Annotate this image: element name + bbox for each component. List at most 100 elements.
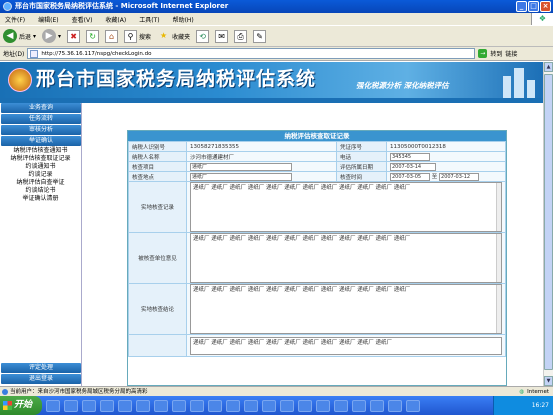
logout-button[interactable]: 退出登录 — [1, 374, 81, 384]
sidebar-btn-query[interactable]: 业务查询 — [1, 103, 81, 113]
check-time-label: 核查时间 — [336, 171, 387, 182]
taskbar-app[interactable] — [100, 399, 114, 412]
extra-textarea[interactable]: 递纸厂 递纸厂 递纸厂 递纸厂 递纸厂 递纸厂 递纸厂 递纸厂 递纸厂 递纸厂 … — [190, 337, 502, 355]
taskbar: 开始 16:27 — [0, 396, 553, 415]
stop-icon[interactable]: ✖ — [67, 29, 81, 43]
clock[interactable]: 16:27 — [532, 402, 549, 409]
sidebar-btn-task-flow[interactable]: 任务流转 — [1, 114, 81, 124]
taskbar-app[interactable] — [262, 399, 276, 412]
taskbar-app[interactable] — [316, 399, 330, 412]
home-icon[interactable]: ⌂ — [105, 29, 119, 43]
textarea-scrollbar[interactable] — [496, 285, 501, 333]
textarea-scrollbar[interactable] — [496, 183, 501, 231]
taskbar-app[interactable] — [244, 399, 258, 412]
scroll-up-icon[interactable]: ▲ — [544, 62, 553, 72]
taskbar-app[interactable] — [136, 399, 150, 412]
taskbar-app[interactable] — [352, 399, 366, 412]
menu-favorites[interactable]: 收藏(A) — [105, 15, 126, 24]
edit-icon[interactable]: ✎ — [253, 29, 267, 43]
windows-logo-icon: ❖ — [531, 13, 553, 25]
sidebar-btn-evidence[interactable]: 举证确认 — [1, 136, 81, 146]
page-scrollbar[interactable]: ▲ ▼ — [543, 62, 553, 386]
menu-edit[interactable]: 编辑(E) — [38, 15, 58, 24]
scroll-down-icon[interactable]: ▼ — [544, 376, 553, 386]
record-form: 纳税评估核查取证记录 纳税人识别号 13058271835355 凭证序号 11… — [127, 130, 507, 386]
menu-tools[interactable]: 工具(T) — [139, 15, 159, 24]
onsite-record-text: 递纸厂 递纸厂 递纸厂 递纸厂 递纸厂 递纸厂 递纸厂 递纸厂 递纸厂 递纸厂 … — [193, 185, 411, 191]
sidebar-item-record[interactable]: 纳税评估核查取证记录 — [0, 155, 81, 163]
taskbar-app[interactable] — [280, 399, 294, 412]
taskbar-app[interactable] — [298, 399, 312, 412]
opinion-text: 递纸厂 递纸厂 递纸厂 递纸厂 递纸厂 递纸厂 递纸厂 递纸厂 递纸厂 递纸厂 … — [193, 236, 411, 242]
history-icon[interactable]: ⟲ — [196, 29, 210, 43]
sidebar-item-notice[interactable]: 纳税评估核查通知书 — [0, 147, 81, 155]
taskbar-app[interactable] — [388, 399, 402, 412]
sidebar-btn-assess[interactable]: 评定处理 — [1, 363, 81, 373]
taskbar-app[interactable] — [406, 399, 420, 412]
close-button[interactable]: × — [540, 1, 551, 12]
search-button[interactable]: ⚲ 搜索 — [124, 29, 151, 43]
favorites-label: 收藏夹 — [172, 33, 191, 41]
sidebar-item-confirm-list[interactable]: 举证确认清册 — [0, 195, 81, 203]
back-button[interactable]: ◀ 后退 ▾ — [3, 29, 36, 43]
taskbar-app[interactable] — [190, 399, 204, 412]
tax-emblem-icon — [8, 68, 32, 92]
minimize-button[interactable]: _ — [516, 1, 527, 12]
check-time-from-input[interactable]: 2007-03-05 — [390, 172, 430, 181]
taskbar-app[interactable] — [172, 399, 186, 412]
banner: 邢台市国家税务局纳税评估系统 强化税源分析 深化纳税评估 — [0, 62, 543, 98]
start-button[interactable]: 开始 — [0, 396, 42, 415]
menu-view[interactable]: 查看(V) — [72, 15, 93, 24]
star-icon: ★ — [159, 30, 168, 40]
form-title: 纳税评估核查取证记录 — [128, 131, 506, 141]
back-arrow-icon: ◀ — [3, 29, 17, 43]
address-bar: 地址(D) http://75.36.16.117/nspg/checkLogi… — [0, 47, 553, 61]
taskbar-app[interactable] — [226, 399, 240, 412]
scroll-thumb[interactable] — [544, 74, 553, 370]
extra-label — [128, 334, 187, 357]
voucher-no-label: 凭证序号 — [336, 141, 387, 152]
taskbar-app[interactable] — [82, 399, 96, 412]
check-place-input[interactable]: 递纸厂 — [190, 172, 292, 181]
links-button[interactable]: 链接 — [505, 49, 517, 58]
sidebar-item-interview-record[interactable]: 约谈记录 — [0, 171, 81, 179]
taskbar-app[interactable] — [208, 399, 222, 412]
address-input[interactable]: http://75.36.16.117/nspg/checkLogin.do — [27, 48, 476, 59]
taskbar-app[interactable] — [154, 399, 168, 412]
taskbar-app[interactable] — [64, 399, 78, 412]
go-button[interactable]: 转到 — [490, 49, 502, 58]
conclusion-textarea[interactable]: 递纸厂 递纸厂 递纸厂 递纸厂 递纸厂 递纸厂 递纸厂 递纸厂 递纸厂 递纸厂 … — [190, 284, 502, 334]
refresh-icon[interactable]: ↻ — [86, 29, 100, 43]
forward-button[interactable]: ▶ ▾ — [42, 29, 61, 43]
sidebar-item-self-check[interactable]: 纳税评估自查举证 — [0, 179, 81, 187]
eval-date-input[interactable]: 2007-03-14 — [390, 162, 436, 171]
menu-help[interactable]: 帮助(H) — [173, 15, 194, 24]
voucher-no-value: 11305000T0012318 — [386, 141, 506, 152]
check-time-to-input[interactable]: 2007-03-12 — [439, 172, 480, 181]
taskbar-app[interactable] — [334, 399, 348, 412]
phone-input[interactable]: 345345 — [390, 152, 430, 161]
sidebar: 业务查询 任务流转 审核分析 举证确认 纳税评估核查通知书 纳税评估核查取证记录… — [0, 103, 82, 386]
taskbar-app[interactable] — [370, 399, 384, 412]
onsite-record-label: 实地核查记录 — [128, 181, 187, 233]
menu-bar: 文件(F) 编辑(E) 查看(V) 收藏(A) 工具(T) 帮助(H) ❖ — [0, 13, 553, 25]
menu-file[interactable]: 文件(F) — [5, 15, 25, 24]
mail-icon[interactable]: ✉ — [215, 29, 229, 43]
system-tray: 16:27 — [493, 396, 553, 415]
onsite-record-textarea[interactable]: 递纸厂 递纸厂 递纸厂 递纸厂 递纸厂 递纸厂 递纸厂 递纸厂 递纸厂 递纸厂 … — [190, 182, 502, 232]
opinion-textarea[interactable]: 递纸厂 递纸厂 递纸厂 递纸厂 递纸厂 递纸厂 递纸厂 递纸厂 递纸厂 递纸厂 … — [190, 233, 502, 283]
taskbar-app[interactable] — [118, 399, 132, 412]
sidebar-btn-review[interactable]: 审核分析 — [1, 125, 81, 135]
check-time-sep: 至 — [431, 174, 438, 181]
sidebar-item-interview-notice[interactable]: 约谈通知书 — [0, 163, 81, 171]
taskbar-app[interactable] — [46, 399, 60, 412]
start-label: 开始 — [14, 400, 33, 410]
print-icon[interactable]: ⎙ — [234, 29, 248, 43]
check-item-input[interactable]: 递纸厂 — [190, 162, 292, 171]
favorites-button[interactable]: ★ 收藏夹 — [157, 30, 190, 43]
back-label: 后退 — [19, 33, 32, 41]
sidebar-item-conclusion[interactable]: 约谈结论书 — [0, 187, 81, 195]
textarea-scrollbar[interactable] — [496, 234, 501, 282]
maximize-button[interactable]: □ — [528, 1, 539, 12]
go-arrow-icon[interactable]: → — [478, 49, 488, 58]
